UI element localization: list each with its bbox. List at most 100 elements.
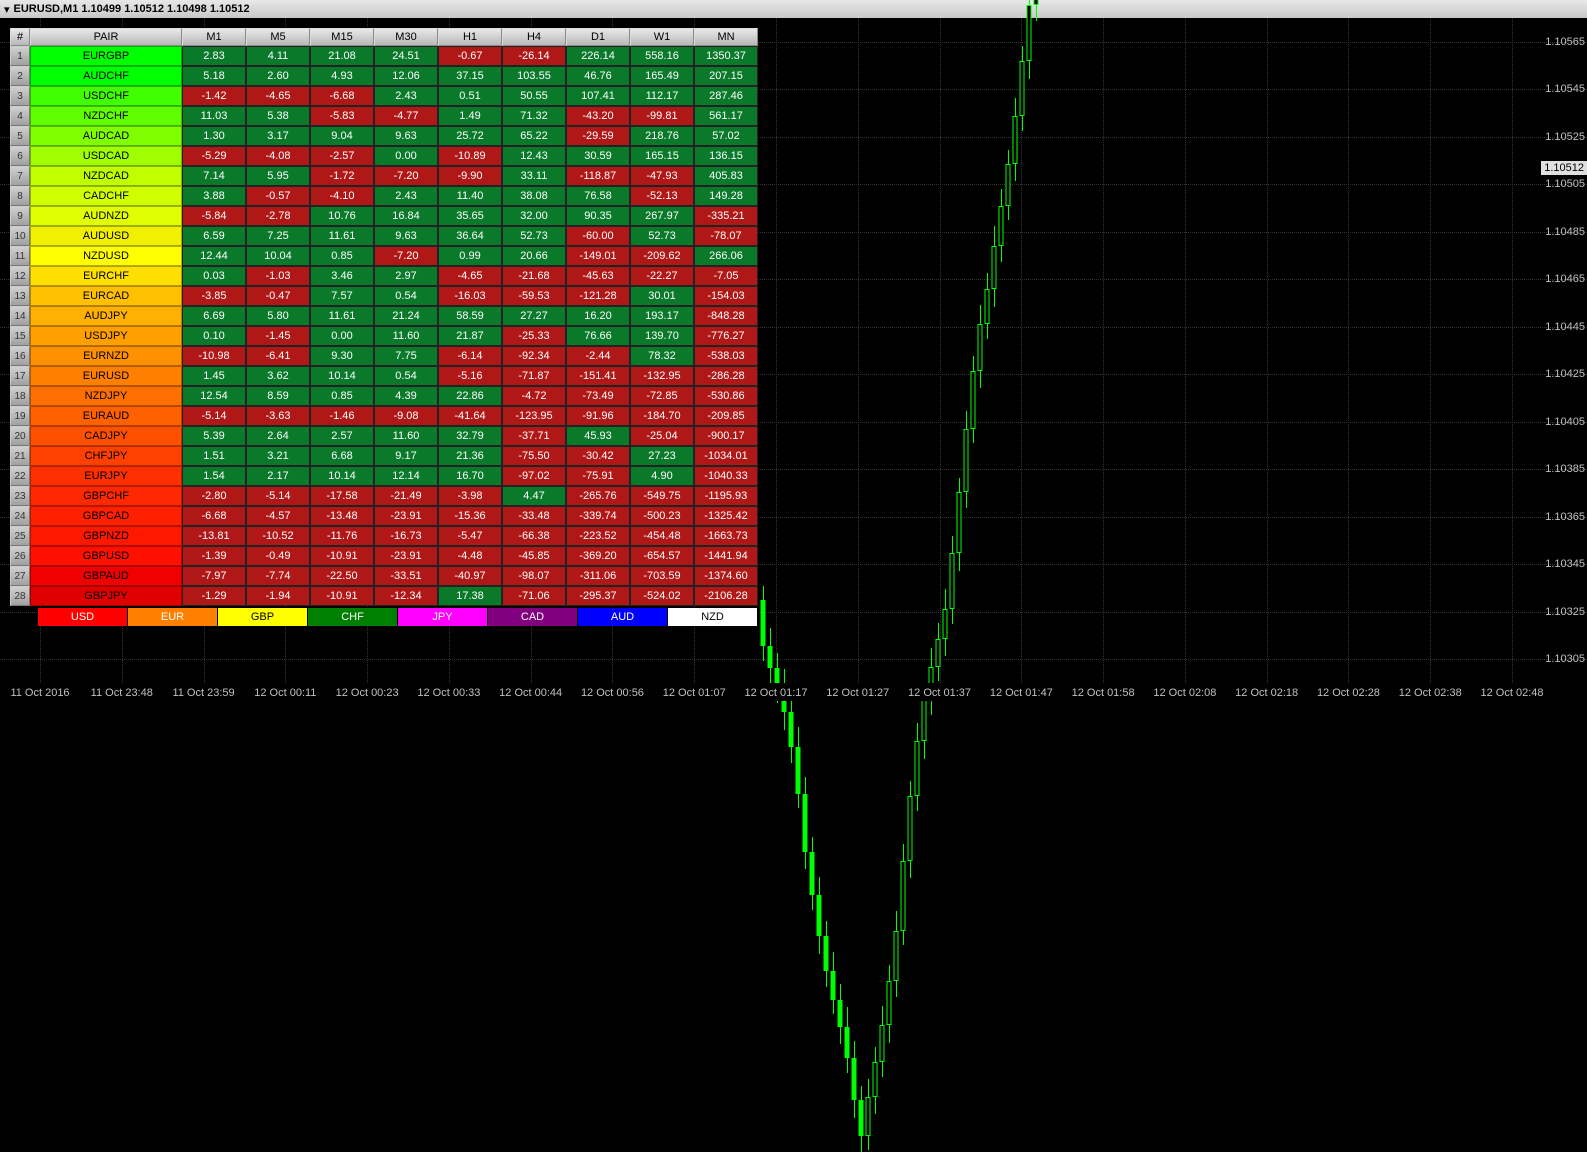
currency-legend-usd[interactable]: USD (38, 608, 128, 626)
heatmap-cell: -71.87 (502, 366, 566, 386)
heatmap-cell: 30.01 (630, 286, 694, 306)
heatmap-cell: 37.15 (438, 66, 502, 86)
heatmap-cell: -7.74 (246, 566, 310, 586)
row-index: 6 (10, 146, 30, 166)
pair-label[interactable]: USDCAD (30, 146, 182, 166)
pair-label[interactable]: NZDUSD (30, 246, 182, 266)
pair-label[interactable]: GBPAUD (30, 566, 182, 586)
pair-label[interactable]: NZDCAD (30, 166, 182, 186)
heatmap-cell: 2.83 (182, 46, 246, 66)
pair-label[interactable]: EURNZD (30, 346, 182, 366)
col-header-m15[interactable]: M15 (310, 28, 374, 46)
heatmap-cell: -776.27 (694, 326, 758, 346)
heatmap-cell: 0.54 (374, 366, 438, 386)
pair-label[interactable]: EURAUD (30, 406, 182, 426)
heatmap-cell: -41.64 (438, 406, 502, 426)
heatmap-cell: -2106.28 (694, 586, 758, 606)
pair-label[interactable]: AUDUSD (30, 226, 182, 246)
heatmap-cell: -2.80 (182, 486, 246, 506)
pair-label[interactable]: GBPNZD (30, 526, 182, 546)
pair-label[interactable]: USDCHF (30, 86, 182, 106)
col-header-w1[interactable]: W1 (630, 28, 694, 46)
pair-label[interactable]: AUDNZD (30, 206, 182, 226)
heatmap-cell: 2.17 (246, 466, 310, 486)
col-header-mn[interactable]: MN (694, 28, 758, 46)
heatmap-cell: -45.63 (566, 266, 630, 286)
currency-legend-chf[interactable]: CHF (308, 608, 398, 626)
heatmap-cell: 2.64 (246, 426, 310, 446)
col-header-m30[interactable]: M30 (374, 28, 438, 46)
heatmap-cell: 5.18 (182, 66, 246, 86)
heatmap-cell: -5.47 (438, 526, 502, 546)
heatmap-cell: 11.61 (310, 306, 374, 326)
heatmap-row: 26GBPUSD-1.39-0.49-10.91-23.91-4.48-45.8… (10, 546, 758, 566)
pair-label[interactable]: EURCHF (30, 266, 182, 286)
heatmap-cell: -123.95 (502, 406, 566, 426)
col-header-d1[interactable]: D1 (566, 28, 630, 46)
heatmap-cell: -5.16 (438, 366, 502, 386)
pair-label[interactable]: CHFJPY (30, 446, 182, 466)
chart-area[interactable]: 1.105651.105451.105251.105051.104851.104… (0, 18, 1587, 683)
heatmap-cell: 12.14 (374, 466, 438, 486)
col-header-h4[interactable]: H4 (502, 28, 566, 46)
heatmap-cell: -4.57 (246, 506, 310, 526)
heatmap-row: 23GBPCHF-2.80-5.14-17.58-21.49-3.984.47-… (10, 486, 758, 506)
col-header-idx[interactable]: # (10, 28, 30, 46)
heatmap-cell: -40.97 (438, 566, 502, 586)
pair-label[interactable]: CADCHF (30, 186, 182, 206)
heatmap-row: 21CHFJPY1.513.216.689.1721.36-75.50-30.4… (10, 446, 758, 466)
dropdown-arrow-icon[interactable]: ▾ (4, 3, 10, 16)
pair-label[interactable]: GBPCHF (30, 486, 182, 506)
heatmap-cell: 50.55 (502, 86, 566, 106)
col-header-h1[interactable]: H1 (438, 28, 502, 46)
currency-legend-eur[interactable]: EUR (128, 608, 218, 626)
col-header-m5[interactable]: M5 (246, 28, 310, 46)
pair-label[interactable]: GBPUSD (30, 546, 182, 566)
pair-label[interactable]: AUDCHF (30, 66, 182, 86)
row-index: 11 (10, 246, 30, 266)
currency-legend-gbp[interactable]: GBP (218, 608, 308, 626)
heatmap-cell: 36.64 (438, 226, 502, 246)
heatmap-row: 19EURAUD-5.14-3.63-1.46-9.08-41.64-123.9… (10, 406, 758, 426)
heatmap-cell: 16.70 (438, 466, 502, 486)
pair-label[interactable]: GBPCAD (30, 506, 182, 526)
heatmap-cell: -1.39 (182, 546, 246, 566)
heatmap-cell: 9.17 (374, 446, 438, 466)
currency-legend-aud[interactable]: AUD (578, 608, 668, 626)
heatmap-cell: -6.68 (182, 506, 246, 526)
heatmap-cell: -47.93 (630, 166, 694, 186)
heatmap-cell: -4.48 (438, 546, 502, 566)
heatmap-cell: -654.57 (630, 546, 694, 566)
col-header-pair[interactable]: PAIR (30, 28, 182, 46)
x-axis-label: 12 Oct 02:18 (1235, 687, 1298, 699)
currency-strength-heatmap: #PAIRM1M5M15M30H1H4D1W1MN 1EURGBP2.834.1… (10, 28, 758, 626)
pair-label[interactable]: NZDJPY (30, 386, 182, 406)
pair-label[interactable]: USDJPY (30, 326, 182, 346)
heatmap-cell: -21.68 (502, 266, 566, 286)
row-index: 15 (10, 326, 30, 346)
x-axis-label: 12 Oct 00:11 (254, 687, 316, 699)
heatmap-cell: -29.59 (566, 126, 630, 146)
heatmap-cell: -1.46 (310, 406, 374, 426)
pair-label[interactable]: AUDCAD (30, 126, 182, 146)
row-index: 22 (10, 466, 30, 486)
x-axis-label: 12 Oct 01:58 (1072, 687, 1135, 699)
heatmap-cell: -549.75 (630, 486, 694, 506)
heatmap-cell: 0.54 (374, 286, 438, 306)
heatmap-cell: 5.38 (246, 106, 310, 126)
pair-label[interactable]: EURJPY (30, 466, 182, 486)
currency-legend-jpy[interactable]: JPY (398, 608, 488, 626)
heatmap-cell: 136.15 (694, 146, 758, 166)
pair-label[interactable]: AUDJPY (30, 306, 182, 326)
pair-label[interactable]: CADJPY (30, 426, 182, 446)
currency-legend-nzd[interactable]: NZD (668, 608, 758, 626)
pair-label[interactable]: EURGBP (30, 46, 182, 66)
pair-label[interactable]: GBPJPY (30, 586, 182, 606)
pair-label[interactable]: EURUSD (30, 366, 182, 386)
pair-label[interactable]: EURCAD (30, 286, 182, 306)
pair-label[interactable]: NZDCHF (30, 106, 182, 126)
heatmap-cell: 78.32 (630, 346, 694, 366)
currency-legend-cad[interactable]: CAD (488, 608, 578, 626)
heatmap-cell: 266.06 (694, 246, 758, 266)
col-header-m1[interactable]: M1 (182, 28, 246, 46)
